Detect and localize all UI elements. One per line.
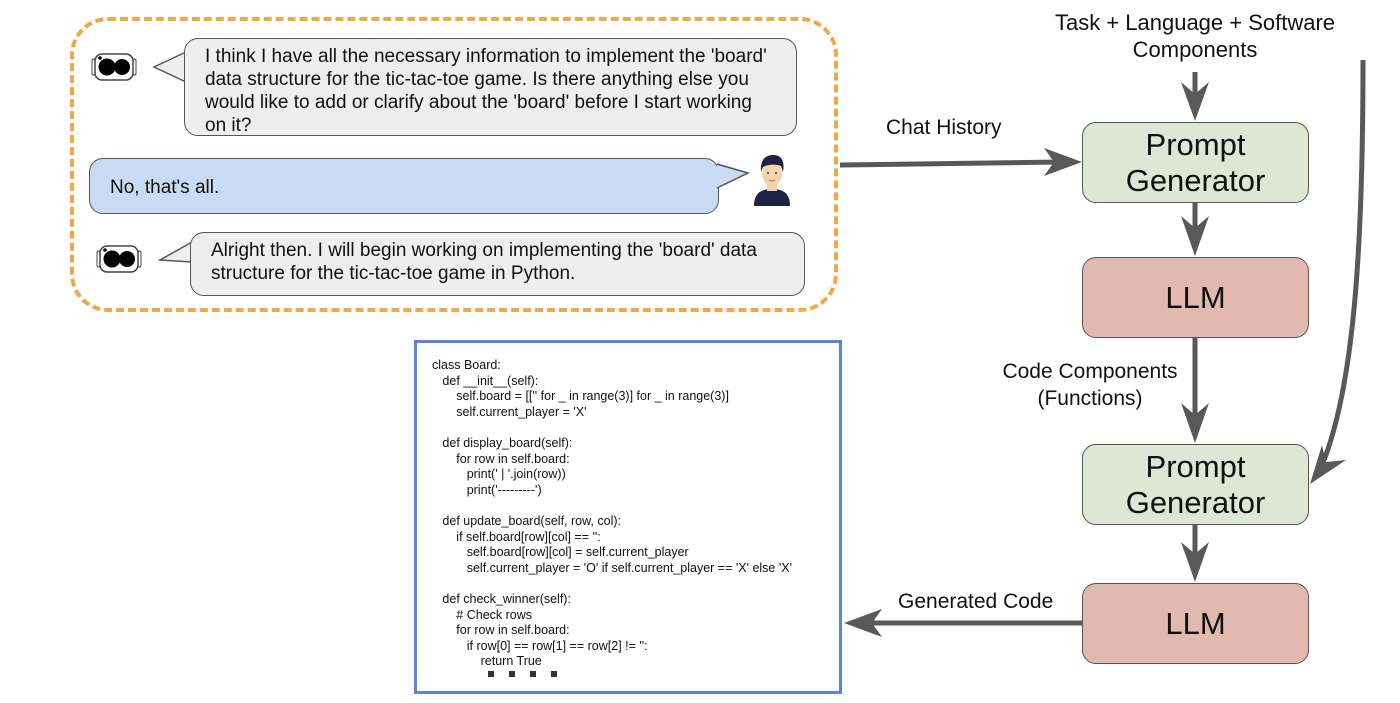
- code-line: self.board = [['' for _ in range(3)] for…: [432, 389, 729, 404]
- bypass-arrow: [1310, 59, 1366, 484]
- user-message: No, that's all.: [89, 158, 719, 214]
- prompt-generator-node: Prompt Generator: [1082, 122, 1309, 203]
- person-icon: [754, 155, 790, 206]
- llm-node: LLM: [1082, 583, 1309, 664]
- message-text: No, that's all.: [110, 177, 220, 198]
- code-line: def display_board(self):: [432, 435, 573, 450]
- generated-code-label: Generated Code: [898, 590, 1054, 613]
- code-line: for row in self.board:: [432, 451, 570, 466]
- pg2-to-llm2-arrow: [1181, 525, 1209, 582]
- code-line: self.current_player = 'O' if self.curren…: [432, 560, 792, 575]
- code-line: return True: [432, 654, 542, 669]
- assistant-message: I think I have all the necessary informa…: [184, 38, 797, 136]
- code-line: def __init__(self):: [432, 373, 539, 388]
- llm-node: LLM: [1082, 257, 1309, 338]
- code-line: print(' | '.join(row)): [432, 467, 566, 482]
- input-arrow: [1181, 72, 1209, 121]
- code-components-label: Code Components (Functions): [1002, 360, 1178, 410]
- generated-code-panel: class Board: def __init__(self): self.bo…: [414, 340, 842, 694]
- code-line: # Check rows: [432, 607, 533, 622]
- message-text: Alright then. I will begin working on im…: [211, 240, 757, 284]
- code-line: if row[0] == row[1] == row[2] != '':: [432, 638, 648, 653]
- bubble-tail: [158, 241, 193, 263]
- chat-history-label: Chat History: [886, 116, 1002, 139]
- bubble-tail: [716, 163, 750, 189]
- code-line: def update_board(self, row, col):: [432, 513, 621, 528]
- robot-icon: [96, 245, 142, 273]
- assistant-message: Alright then. I will begin working on im…: [190, 232, 805, 296]
- llm1-to-pg2-arrow: [1181, 338, 1209, 443]
- input-label: Task + Language + Software Components: [1054, 10, 1336, 62]
- code-listing: class Board: def __init__(self): self.bo…: [432, 358, 839, 670]
- code-line: print('---------'): [432, 482, 542, 497]
- code-line: def check_winner(self):: [432, 591, 571, 606]
- chat-history-arrow: [839, 148, 1082, 176]
- code-line: if self.board[row][col] == '':: [432, 529, 601, 544]
- code-ellipsis: [488, 670, 839, 677]
- robot-icon: [91, 53, 137, 81]
- code-line: for row in self.board:: [432, 623, 570, 638]
- code-line: class Board:: [432, 358, 501, 372]
- prompt-generator-node: Prompt Generator: [1082, 444, 1309, 525]
- code-line: self.board[row][col] = self.current_play…: [432, 545, 689, 560]
- message-text: I think I have all the necessary informa…: [205, 46, 767, 136]
- code-line: self.current_player = 'X': [432, 404, 587, 419]
- pg1-to-llm1-arrow: [1181, 203, 1209, 256]
- bubble-tail: [152, 51, 187, 83]
